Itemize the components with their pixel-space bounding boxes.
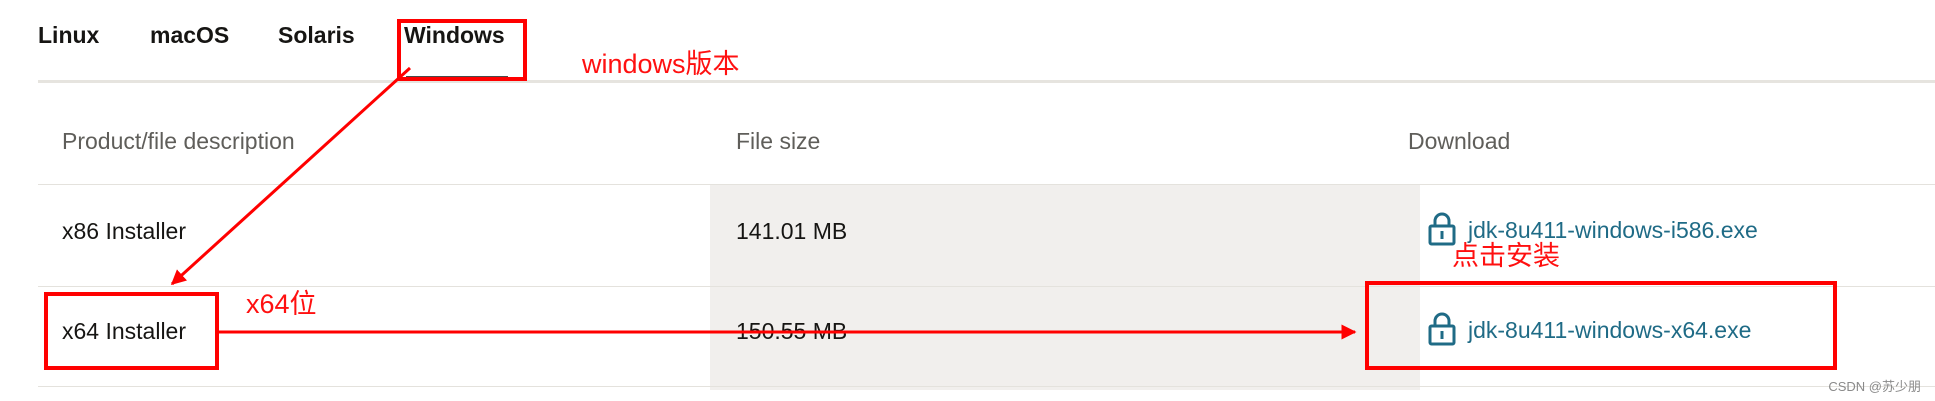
csdn-watermark: CSDN @苏少朋 <box>1828 379 1921 394</box>
size-column-background <box>710 184 1420 390</box>
header-description: Product/file description <box>62 128 295 154</box>
x64-download-highlight-box <box>1365 281 1837 370</box>
tab-linux[interactable]: Linux <box>38 22 99 49</box>
annotation-windows-version: windows版本 <box>582 49 740 79</box>
row-divider <box>38 386 1935 387</box>
row-file-size: 141.01 MB <box>736 218 848 244</box>
os-tab-bar: Linux macOS Solaris Windows <box>0 0 1935 85</box>
tab-bar-divider <box>38 80 1935 83</box>
header-divider <box>38 184 1935 185</box>
windows-tab-highlight-box <box>397 19 527 81</box>
header-download: Download <box>1408 128 1511 154</box>
row-description: x86 Installer <box>62 218 187 244</box>
x64-installer-highlight-box <box>44 292 219 370</box>
header-file-size: File size <box>736 128 821 154</box>
tab-solaris[interactable]: Solaris <box>278 22 355 49</box>
annotation-click-install: 点击安装 <box>1452 241 1560 271</box>
tab-macos[interactable]: macOS <box>150 22 229 49</box>
annotation-x64-bit: x64位 <box>246 289 317 319</box>
row-file-size: 150.55 MB <box>736 318 848 344</box>
